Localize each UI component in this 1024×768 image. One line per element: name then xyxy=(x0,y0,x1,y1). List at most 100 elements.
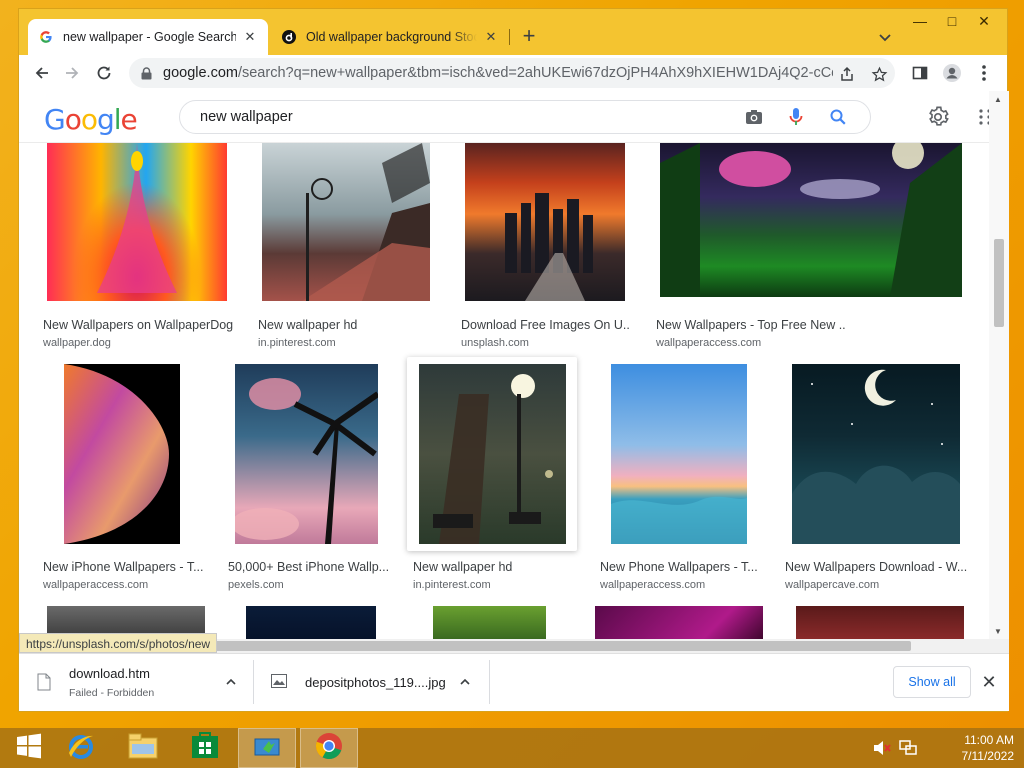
camera-icon[interactable] xyxy=(744,107,764,127)
tab-google-search[interactable]: new wallpaper - Google Search ✕ xyxy=(28,19,268,55)
link-status-bubble: https://unsplash.com/s/photos/new xyxy=(19,633,218,653)
result-title[interactable]: New iPhone Wallpapers - T... xyxy=(43,560,203,574)
result-source: pexels.com xyxy=(228,579,284,591)
depositphotos-icon xyxy=(281,29,297,45)
clock-time: 11:00 AM xyxy=(964,733,1014,747)
start-button[interactable] xyxy=(0,728,58,768)
result-source: wallpaper.dog xyxy=(43,337,111,349)
result-thumbnail[interactable] xyxy=(246,606,376,639)
result-thumbnail[interactable] xyxy=(595,606,763,639)
result-thumbnail[interactable] xyxy=(262,143,430,301)
scrollbar-thumb[interactable] xyxy=(211,641,911,651)
result-thumbnail[interactable] xyxy=(231,364,380,544)
result-thumbnail[interactable] xyxy=(47,143,227,301)
result-thumbnail[interactable] xyxy=(64,364,180,544)
result-title[interactable]: New wallpaper hd xyxy=(413,560,573,574)
file-image-icon xyxy=(271,674,289,690)
remote-desktop-button[interactable] xyxy=(238,728,296,768)
tab-search-chevron-icon[interactable] xyxy=(875,27,895,47)
close-download-shelf-icon[interactable]: ✕ xyxy=(979,672,999,692)
chevron-up-icon[interactable] xyxy=(457,674,473,690)
volume-muted-icon[interactable] xyxy=(872,738,892,758)
result-thumbnail[interactable] xyxy=(419,364,566,544)
internet-explorer-icon xyxy=(66,731,96,766)
download-item[interactable]: depositphotos_119....jpg xyxy=(271,660,471,704)
bookmark-star-icon[interactable] xyxy=(869,64,889,84)
settings-gear-icon[interactable] xyxy=(926,105,950,129)
address-url: google.com/search?q=new+wallpaper&tbm=is… xyxy=(163,65,833,81)
system-clock[interactable]: 11:00 AM 7/11/2022 xyxy=(944,732,1015,764)
tab-title: new wallpaper - Google Search xyxy=(63,30,236,44)
address-bar[interactable]: google.com/search?q=new+wallpaper&tbm=is… xyxy=(129,58,895,88)
network-icon[interactable] xyxy=(898,738,918,758)
search-input[interactable]: new wallpaper xyxy=(200,109,744,125)
search-icon[interactable] xyxy=(828,107,848,127)
scroll-down-icon[interactable]: ▼ xyxy=(994,627,1002,636)
new-tab-button[interactable]: + xyxy=(517,25,541,49)
search-box[interactable]: new wallpaper xyxy=(179,100,871,134)
result-title[interactable]: New Phone Wallpapers - T... xyxy=(600,560,760,574)
result-title[interactable]: Download Free Images On U... xyxy=(461,318,631,332)
side-panel-button[interactable] xyxy=(907,61,933,85)
share-icon[interactable] xyxy=(837,64,857,84)
chrome-window: new wallpaper - Google Search ✕ Old wall… xyxy=(18,8,1009,712)
result-title[interactable]: New Wallpapers Download - W... xyxy=(785,560,969,574)
file-explorer-icon xyxy=(128,732,158,765)
download-separator xyxy=(253,660,254,704)
scroll-up-icon[interactable]: ▲ xyxy=(994,95,1002,104)
tab-depositphotos[interactable]: Old wallpaper background Stock ✕ xyxy=(271,19,509,55)
result-thumbnail[interactable] xyxy=(433,606,546,639)
tab-title: Old wallpaper background Stock xyxy=(306,30,477,44)
minimize-button[interactable]: — xyxy=(907,13,933,33)
vertical-scrollbar[interactable]: ▲ ▼ xyxy=(989,91,1009,639)
tab-strip: new wallpaper - Google Search ✕ Old wall… xyxy=(19,9,1007,55)
chrome-icon xyxy=(315,732,343,765)
store-button[interactable] xyxy=(176,728,234,768)
side-panel-icon xyxy=(912,66,928,80)
microphone-icon[interactable] xyxy=(786,107,806,127)
profile-avatar-icon xyxy=(943,64,961,82)
back-button[interactable] xyxy=(29,61,55,85)
result-title[interactable]: New Wallpapers - Top Free New ... xyxy=(656,318,846,332)
windows-taskbar: 11:00 AM 7/11/2022 xyxy=(0,728,1024,768)
scrollbar-thumb[interactable] xyxy=(994,239,1004,327)
result-source: in.pinterest.com xyxy=(258,337,336,349)
file-explorer-button[interactable] xyxy=(114,728,172,768)
close-tab-icon[interactable]: ✕ xyxy=(483,29,499,45)
close-window-button[interactable]: ✕ xyxy=(971,13,997,33)
forward-arrow-icon xyxy=(66,67,79,79)
download-separator xyxy=(489,660,490,704)
store-icon xyxy=(191,731,219,765)
close-tab-icon[interactable]: ✕ xyxy=(242,29,258,45)
result-thumbnail[interactable] xyxy=(465,143,625,301)
result-title[interactable]: New Wallpapers on WallpaperDog xyxy=(43,318,233,332)
chevron-up-icon[interactable] xyxy=(223,674,239,690)
result-thumbnail[interactable] xyxy=(660,137,962,297)
result-source: unsplash.com xyxy=(461,337,529,349)
result-title[interactable]: New wallpaper hd xyxy=(258,318,428,332)
apps-grid-icon[interactable] xyxy=(973,105,989,129)
clock-date: 7/11/2022 xyxy=(961,749,1015,763)
chrome-menu-button[interactable] xyxy=(971,61,997,85)
download-filename: download.htm xyxy=(69,665,150,681)
google-logo[interactable]: Google xyxy=(44,103,138,136)
tab-separator xyxy=(509,29,510,45)
show-all-button[interactable]: Show all xyxy=(893,666,971,698)
internet-explorer-button[interactable] xyxy=(52,728,110,768)
result-source: in.pinterest.com xyxy=(413,579,491,591)
google-g-icon xyxy=(38,29,54,45)
forward-button[interactable] xyxy=(59,61,85,85)
chrome-taskbar-button[interactable] xyxy=(300,728,358,768)
lock-icon xyxy=(139,66,153,80)
remote-desktop-icon xyxy=(253,733,281,764)
result-thumbnail[interactable] xyxy=(611,364,747,544)
maximize-button[interactable]: □ xyxy=(939,13,965,33)
reload-button[interactable] xyxy=(91,61,117,85)
result-thumbnail[interactable] xyxy=(792,364,960,544)
profile-button[interactable] xyxy=(939,61,965,85)
result-thumbnail[interactable] xyxy=(796,606,964,639)
result-title[interactable]: 50,000+ Best iPhone Wallp... xyxy=(228,560,388,574)
google-images-page: Google new wallpaper New Wallpapers on W… xyxy=(19,91,989,639)
result-source: wallpaperaccess.com xyxy=(43,579,149,591)
download-item[interactable]: download.htm Failed - Forbidden xyxy=(37,660,247,704)
